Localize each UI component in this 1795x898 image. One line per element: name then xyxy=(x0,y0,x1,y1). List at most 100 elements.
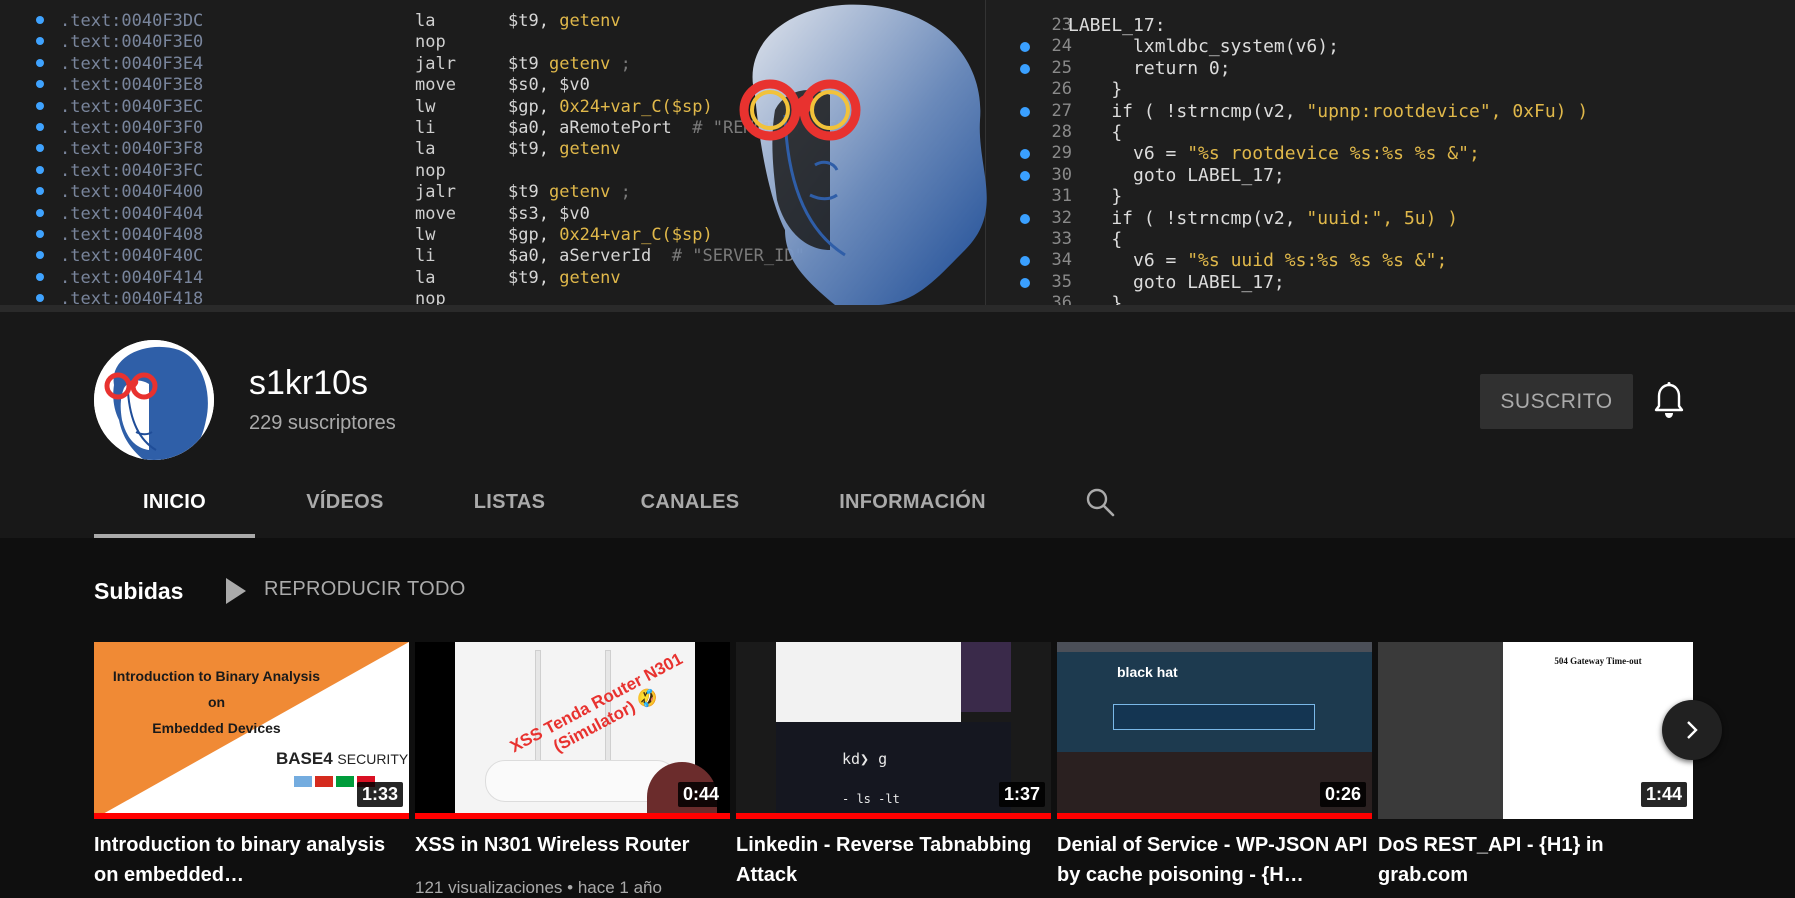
watch-progress-bar xyxy=(94,813,409,819)
breakpoint-dot-icon xyxy=(1020,42,1030,53)
tab-informaci-n[interactable]: INFORMACIÓN xyxy=(816,478,1009,538)
shelf-next-button[interactable] xyxy=(1662,700,1722,760)
breakpoint-dot-icon xyxy=(1020,277,1030,288)
video-title[interactable]: Introduction to binary analysis on embed… xyxy=(94,830,409,890)
asm-address: .text:0040F3F8 xyxy=(60,139,204,160)
thumb-title-line: on xyxy=(207,694,226,710)
breakpoint-dot-icon xyxy=(36,144,44,153)
breakpoint-dot-icon xyxy=(36,80,44,89)
video-thumbnail[interactable]: black hat 0:26 xyxy=(1057,642,1372,819)
breakpoint-dot-icon xyxy=(1020,63,1030,74)
breakpoint-dot-icon xyxy=(36,230,44,238)
line-number: 35 xyxy=(1051,271,1072,292)
thumb-logo-text: black hat xyxy=(1117,664,1178,680)
asm-address: .text:0040F3F0 xyxy=(60,118,204,138)
asm-mnemonic: nop xyxy=(415,32,446,53)
breakpoint-dot-icon xyxy=(1020,170,1030,181)
asm-mnemonic: lw xyxy=(415,225,436,245)
thumb-site-header xyxy=(1057,642,1372,652)
video-title[interactable]: XSS in N301 Wireless Router xyxy=(415,830,730,860)
code-text: return 0; xyxy=(1068,57,1231,79)
line-number: 28 xyxy=(1051,122,1072,142)
asm-mnemonic: la xyxy=(415,11,436,31)
video-thumbnail[interactable]: Introduction to Binary Analysis on Embed… xyxy=(94,642,409,819)
channel-search-icon[interactable] xyxy=(1085,487,1115,517)
asm-address: .text:0040F3E0 xyxy=(60,32,204,53)
video-title[interactable]: Denial of Service - WP-JSON API by cache… xyxy=(1057,830,1372,890)
watch-progress-bar xyxy=(736,813,1051,819)
duration-badge: 1:37 xyxy=(998,782,1045,807)
asm-operands: $t9 getenv ; xyxy=(508,53,631,74)
asm-operands: $t9, getenv xyxy=(508,139,621,160)
code-text: if ( !strncmp(v2, "upnp:rootdevice", 0xF… xyxy=(1068,100,1589,122)
breakpoint-dot-icon xyxy=(36,251,44,260)
tab-canales[interactable]: CANALES xyxy=(620,478,760,538)
breakpoint-dot-icon xyxy=(1020,213,1030,224)
video-thumbnail[interactable]: kd❯ g - ls -lt 1:37 xyxy=(736,642,1051,819)
breakpoint-dot-icon xyxy=(36,294,44,303)
asm-mnemonic: jalr xyxy=(415,182,456,203)
asm-operands: $t9, getenv xyxy=(508,11,621,31)
asm-mnemonic: move xyxy=(415,75,456,96)
code-text: lxmldbc_system(v6); xyxy=(1068,36,1339,58)
banner-bottom-strip xyxy=(0,305,1795,312)
thumb-hero xyxy=(1057,652,1372,752)
video-thumbnail[interactable]: 504 Gateway Time-out 1:44 xyxy=(1378,642,1693,819)
channel-avatar[interactable] xyxy=(94,340,214,460)
breakpoint-dot-icon xyxy=(36,58,44,67)
asm-mnemonic: move xyxy=(415,203,456,224)
code-text: } xyxy=(1068,186,1123,208)
shelf-title[interactable]: Subidas xyxy=(94,578,183,605)
tab-v-deos[interactable]: VÍDEOS xyxy=(276,478,414,538)
watch-progress-bar xyxy=(415,813,730,819)
asm-mnemonic: li xyxy=(415,246,436,267)
asm-operands: $s0, $v0 xyxy=(508,75,590,96)
chevron-right-icon xyxy=(1687,721,1698,739)
bell-icon[interactable] xyxy=(1653,382,1685,420)
thumb-terminal-line: - ls -lt xyxy=(842,792,900,806)
asm-address: .text:0040F414 xyxy=(60,267,204,288)
watch-progress-bar xyxy=(1057,813,1372,819)
video-title[interactable]: DoS REST_API - {H1} in grab.com xyxy=(1378,830,1693,890)
line-number: 24 xyxy=(1051,36,1072,57)
asm-mnemonic: la xyxy=(415,139,436,160)
duration-badge: 1:33 xyxy=(356,782,403,807)
code-text: v6 = "%s rootdevice %s:%s %s &"; xyxy=(1068,143,1480,165)
asm-operands: $t9 getenv ; xyxy=(508,182,631,203)
thumb-brand-main: BASE4 xyxy=(276,749,333,768)
asm-mnemonic: lw xyxy=(415,96,436,117)
asm-address: .text:0040F408 xyxy=(60,225,204,245)
thumb-title-line: Introduction to Binary Analysis xyxy=(112,668,321,684)
asm-operands: $gp, 0x24+var_C($sp) xyxy=(508,225,713,245)
play-all-label: REPRODUCIR TODO xyxy=(264,578,466,600)
breakpoint-dot-icon xyxy=(36,272,44,281)
asm-operands xyxy=(508,32,529,53)
thumb-browser-window xyxy=(961,642,1011,712)
tab-inicio[interactable]: INICIO xyxy=(94,478,255,538)
avatar-logo-icon xyxy=(94,340,214,460)
code-text: goto LABEL_17; xyxy=(1068,271,1285,293)
breakpoint-dot-icon xyxy=(1020,256,1030,267)
subscriber-count: 229 suscriptores xyxy=(249,412,396,434)
tab-listas[interactable]: LISTAS xyxy=(440,478,579,538)
thumb-brand: BASE4 SECURITY xyxy=(276,749,408,769)
line-number: 31 xyxy=(1051,186,1072,207)
banner-decompiler-panel: 23 LABEL_17: 24 lxmldbc_system(v6); 25 retu… xyxy=(986,0,1795,312)
asm-mnemonic: la xyxy=(415,267,436,288)
subscribed-button[interactable]: SUSCRITO xyxy=(1480,374,1633,429)
breakpoint-dot-icon xyxy=(36,165,44,174)
asm-address: .text:0040F3E8 xyxy=(60,75,204,96)
video-title[interactable]: Linkedin - Reverse Tabnabbing Attack xyxy=(736,830,1051,890)
asm-operands xyxy=(508,161,529,182)
asm-operands: $gp, 0x24+var_C($sp) xyxy=(508,96,713,117)
line-number: 27 xyxy=(1051,100,1072,121)
breakpoint-dot-icon xyxy=(1020,149,1030,160)
code-text: if ( !strncmp(v2, "uuid:", 5u) ) xyxy=(1068,207,1459,229)
breakpoint-dot-icon xyxy=(1020,106,1030,117)
line-number: 34 xyxy=(1051,250,1072,271)
line-number: 23 xyxy=(1051,15,1072,35)
breakpoint-dot-icon xyxy=(36,101,44,110)
code-text: { xyxy=(1068,229,1123,250)
video-thumbnail[interactable]: XSS Tenda Router N301 (Simulator) 🤣 0:44 xyxy=(415,642,730,819)
asm-mnemonic: nop xyxy=(415,160,446,181)
